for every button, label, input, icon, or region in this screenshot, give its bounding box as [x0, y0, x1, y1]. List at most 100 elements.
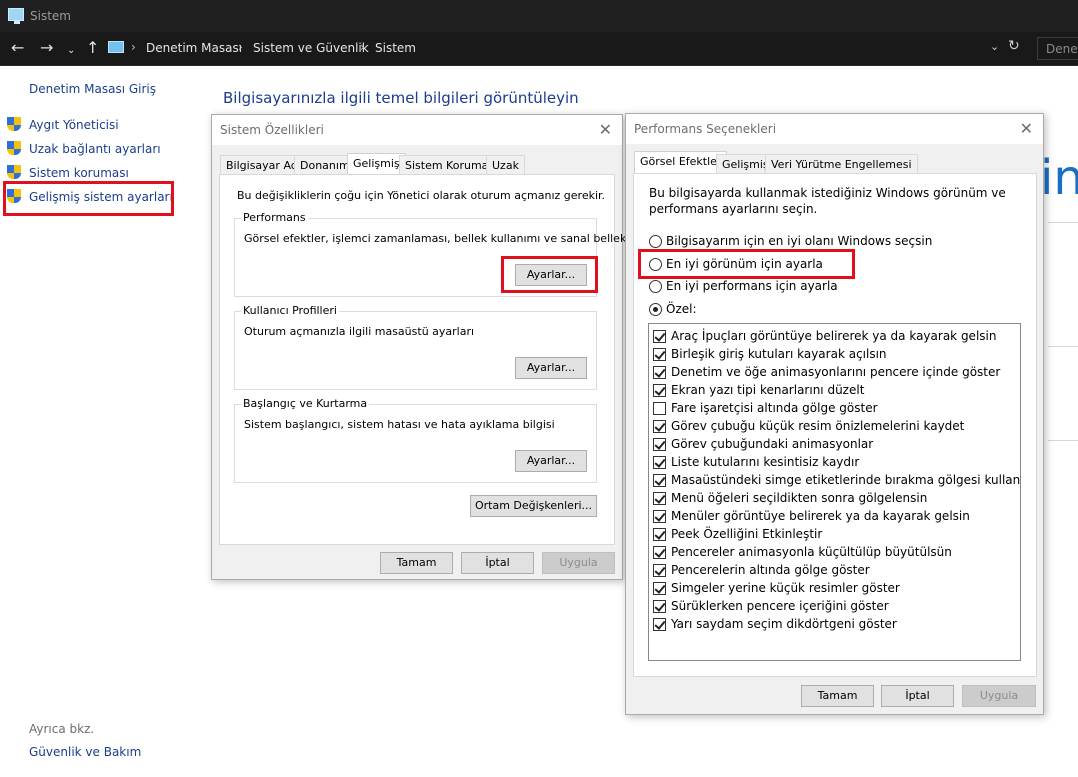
- system-properties-dialog: Sistem Özellikleri ✕ Bilgisayar Adı Dona…: [211, 114, 626, 580]
- effect-checkbox[interactable]: [653, 456, 666, 469]
- radio-let-windows-choose[interactable]: [649, 235, 662, 248]
- highlight-box: [501, 256, 598, 293]
- effect-label[interactable]: Menü öğeleri seçildikten sonra gölgelens…: [671, 491, 927, 505]
- cancel-button[interactable]: İptal: [461, 552, 534, 574]
- window-title-bar: Sistem: [0, 0, 1078, 32]
- shield-icon: [7, 117, 21, 133]
- close-icon[interactable]: ✕: [1020, 119, 1033, 138]
- breadcrumb-system-security[interactable]: Sistem ve Güvenlik: [253, 41, 369, 55]
- apply-button[interactable]: Uygula: [542, 552, 615, 574]
- effect-label[interactable]: Denetim ve öğe animasyonlarını pencere i…: [671, 365, 1000, 379]
- ok-button[interactable]: Tamam: [380, 552, 453, 574]
- cancel-button[interactable]: İptal: [881, 685, 954, 707]
- effect-checkbox[interactable]: [653, 546, 666, 559]
- effect-checkbox[interactable]: [653, 366, 666, 379]
- sidebar-item-remote-settings[interactable]: Uzak bağlantı ayarları: [29, 142, 161, 156]
- user-profiles-settings-button[interactable]: Ayarlar...: [515, 357, 587, 379]
- radio-best-performance[interactable]: [649, 280, 662, 293]
- see-also-label: Ayrıca bkz.: [29, 722, 95, 736]
- effect-checkbox[interactable]: [653, 330, 666, 343]
- up-arrow-icon[interactable]: ↑: [86, 39, 99, 57]
- control-panel-home-link[interactable]: Denetim Masası Giriş: [29, 82, 156, 96]
- effect-checkbox[interactable]: [653, 438, 666, 451]
- performance-description: Görsel efektler, işlemci zamanlaması, be…: [244, 232, 627, 245]
- breadcrumb-separator-icon[interactable]: ›: [360, 40, 365, 54]
- radio-custom[interactable]: [649, 303, 662, 316]
- effect-checkbox[interactable]: [653, 510, 666, 523]
- dialog-title: Sistem Özellikleri: [220, 123, 324, 137]
- control-panel-icon: [108, 41, 124, 53]
- effect-checkbox[interactable]: [653, 564, 666, 577]
- address-bar: ← → ⌄ ↑ › Denetim Masası › Sistem ve Güv…: [0, 32, 1078, 66]
- effect-label[interactable]: Masaüstündeki simge etiketlerinde bırakm…: [671, 473, 1020, 487]
- sidebar-item-system-protection[interactable]: Sistem koruması: [29, 166, 129, 180]
- effect-checkbox[interactable]: [653, 618, 666, 631]
- close-icon[interactable]: ✕: [599, 120, 612, 139]
- effect-label[interactable]: Birleşik giriş kutuları kayarak açılsın: [671, 347, 887, 361]
- tab-data-execution-prevention[interactable]: Veri Yürütme Engellemesi: [765, 154, 918, 174]
- effect-label[interactable]: Simgeler yerine küçük resimler göster: [671, 581, 900, 595]
- effect-label[interactable]: Sürüklerken pencere içeriğini göster: [671, 599, 889, 613]
- startup-recovery-settings-button[interactable]: Ayarlar...: [515, 450, 587, 472]
- effect-label[interactable]: Peek Özelliğini Etkinleştir: [671, 527, 822, 541]
- effect-label[interactable]: Görev çubuğu küçük resim önizlemelerini …: [671, 419, 964, 433]
- address-field[interactable]: › Denetim Masası › Sistem ve Güvenlik › …: [105, 37, 1030, 60]
- effect-checkbox[interactable]: [653, 348, 666, 361]
- window-title: Sistem: [30, 9, 71, 23]
- startup-recovery-label: Başlangıç ve Kurtarma: [241, 397, 370, 410]
- ok-button[interactable]: Tamam: [801, 685, 874, 707]
- intro-text-line-2: performans ayarlarını seçin.: [649, 202, 818, 216]
- tab-advanced[interactable]: Gelişmiş: [347, 153, 406, 175]
- effect-label[interactable]: Liste kutularını kesintisiz kaydır: [671, 455, 859, 469]
- tab-remote[interactable]: Uzak: [486, 155, 525, 175]
- dialog-title-bar: Sistem Özellikleri ✕: [212, 115, 622, 145]
- back-arrow-icon[interactable]: ←: [11, 39, 24, 57]
- dialog-title: Performans Seçenekleri: [634, 122, 777, 136]
- security-maintenance-link[interactable]: Güvenlik ve Bakım: [29, 745, 141, 759]
- effect-label[interactable]: Yarı saydam seçim dikdörtgeni göster: [671, 617, 897, 631]
- effect-label[interactable]: Ekran yazı tipi kenarlarını düzelt: [671, 383, 864, 397]
- highlight-box: [638, 249, 855, 279]
- divider: [1048, 222, 1078, 223]
- shield-icon: [7, 141, 21, 157]
- performance-label: Performans: [241, 211, 308, 224]
- search-placeholder: Denet: [1046, 42, 1078, 56]
- tab-visual-effects[interactable]: Görsel Efektler: [634, 151, 728, 173]
- effect-checkbox[interactable]: [653, 492, 666, 505]
- radio-best-performance-label[interactable]: En iyi performans için ayarla: [666, 279, 838, 293]
- effect-checkbox[interactable]: [653, 528, 666, 541]
- search-input[interactable]: Denet: [1037, 37, 1078, 60]
- radio-custom-label[interactable]: Özel:: [666, 302, 697, 316]
- effect-checkbox[interactable]: [653, 384, 666, 397]
- intro-text-line-1: Bu bilgisayarda kullanmak istediğiniz Wi…: [649, 186, 1006, 200]
- windows-edition-text: ind: [1040, 150, 1078, 206]
- effect-label[interactable]: Pencerelerin altında gölge göster: [671, 563, 870, 577]
- apply-button[interactable]: Uygula: [962, 685, 1036, 707]
- environment-variables-button[interactable]: Ortam Değişkenleri...: [470, 495, 597, 517]
- advanced-tab-panel: Bu değişikliklerin çoğu için Yönetici ol…: [219, 174, 626, 545]
- breadcrumb-system[interactable]: Sistem: [375, 41, 416, 55]
- user-profiles-label: Kullanıcı Profilleri: [241, 304, 339, 317]
- sidebar-item-device-manager[interactable]: Aygıt Yöneticisi: [29, 118, 119, 132]
- effect-checkbox[interactable]: [653, 582, 666, 595]
- divider: [1048, 346, 1078, 347]
- forward-arrow-icon[interactable]: →: [40, 39, 53, 57]
- effect-label[interactable]: Pencereler animasyonla küçültülüp büyütü…: [671, 545, 952, 559]
- effect-checkbox[interactable]: [653, 474, 666, 487]
- recent-locations-chevron-icon[interactable]: ⌄: [67, 42, 75, 60]
- effect-checkbox[interactable]: [653, 402, 666, 415]
- address-dropdown-icon[interactable]: ⌄: [990, 40, 999, 53]
- effect-label[interactable]: Menüler görüntüye belirerek ya da kayara…: [671, 509, 970, 523]
- breadcrumb-separator-icon[interactable]: ›: [131, 40, 136, 54]
- system-app-icon: [8, 8, 24, 24]
- effect-checkbox[interactable]: [653, 600, 666, 613]
- effect-label[interactable]: Fare işaretçisi altında gölge göster: [671, 401, 878, 415]
- breadcrumb-separator-icon[interactable]: ›: [238, 40, 243, 54]
- effect-checkbox[interactable]: [653, 420, 666, 433]
- radio-let-windows-choose-label[interactable]: Bilgisayarım için en iyi olanı Windows s…: [666, 234, 932, 248]
- effect-label[interactable]: Araç İpuçları görüntüye belirerek ya da …: [671, 329, 996, 343]
- visual-effects-list[interactable]: Araç İpuçları görüntüye belirerek ya da …: [648, 323, 1021, 661]
- effect-label[interactable]: Görev çubuğundaki animasyonlar: [671, 437, 873, 451]
- refresh-icon[interactable]: ↻: [1008, 38, 1020, 54]
- breadcrumb-control-panel[interactable]: Denetim Masası: [146, 41, 242, 55]
